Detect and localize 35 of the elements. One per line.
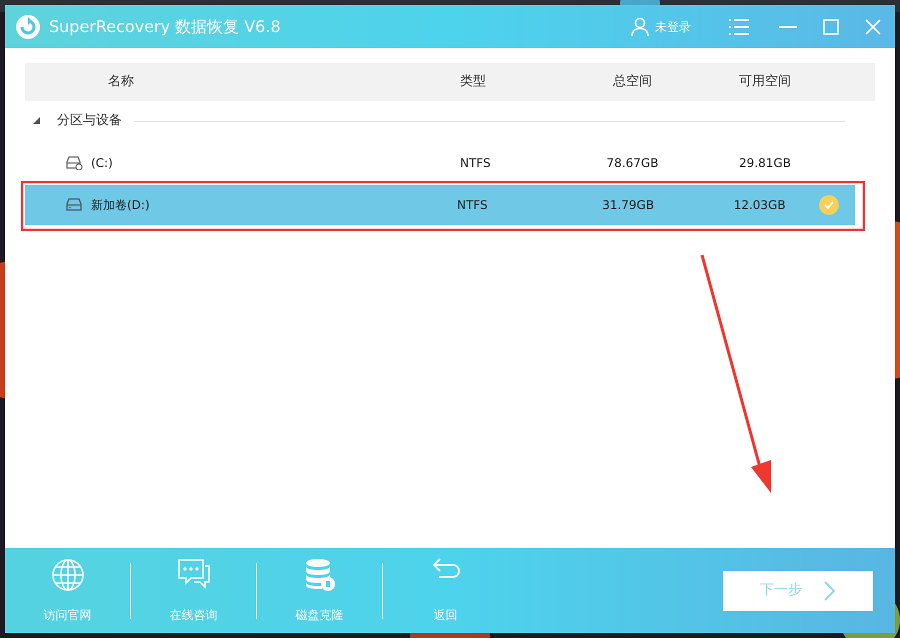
drive-name: (C:) (91, 155, 113, 172)
user-icon (631, 16, 649, 36)
column-header: 名称 (107, 73, 135, 92)
chevron-icon (824, 580, 836, 600)
minimize-button[interactable] (779, 26, 797, 28)
login-button[interactable]: 未登录 (631, 16, 691, 36)
toolbar-button[interactable]: 返回 (403, 558, 488, 624)
drive-name: 新加卷(D:) (91, 197, 150, 214)
database-icon (304, 558, 334, 592)
menu-button[interactable] (729, 18, 749, 34)
toolbar-button[interactable]: 磁盘克隆 (277, 558, 362, 624)
column-header: 可用空间 (738, 73, 792, 92)
group-label: 分区与设备 (57, 112, 122, 130)
file-system: NTFS (456, 197, 489, 214)
total-space: 31.79GB (601, 197, 656, 214)
drive-row[interactable]: 新加卷(D:) NTFS 31.79GB 12.03GB (25, 185, 855, 225)
maximize-button[interactable] (823, 18, 839, 34)
column-header: 类型 (460, 73, 487, 92)
toolbar-button[interactable]: 在线咨询 (151, 558, 236, 624)
minimize-icon (779, 26, 797, 28)
column-header: 总空间 (612, 73, 653, 92)
free-space: 29.81GB (738, 155, 792, 172)
drive-icon (65, 198, 83, 212)
globe-icon (50, 558, 84, 592)
chat-icon (176, 558, 210, 590)
total-space: 78.67GB (606, 155, 660, 172)
logo-icon (15, 14, 41, 40)
drive-icon (65, 156, 83, 170)
collapse-toggle[interactable] (33, 117, 41, 125)
free-space: 12.03GB (732, 197, 787, 214)
toolbar-button[interactable]: 访问官网 (25, 558, 110, 624)
window-title: SuperRecovery 数据恢复 V6.8 (49, 16, 281, 38)
file-system: NTFS (460, 155, 492, 172)
close-button[interactable] (865, 18, 881, 34)
check-icon (819, 195, 840, 215)
